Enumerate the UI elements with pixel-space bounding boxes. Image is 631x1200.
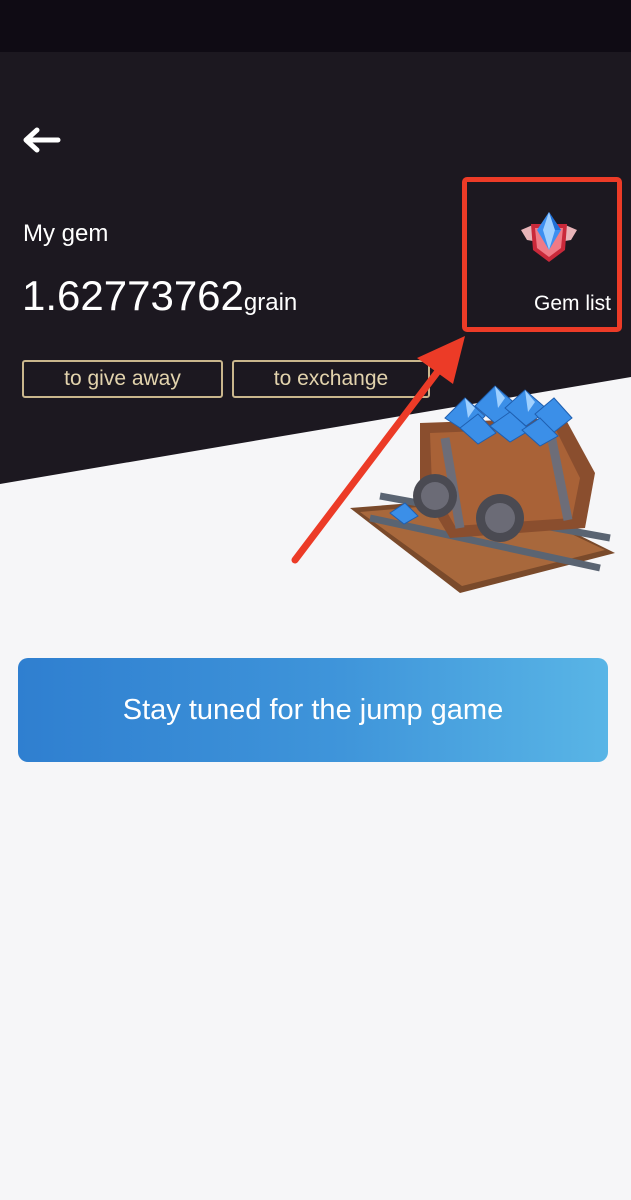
pointer-arrow-icon	[291, 336, 465, 564]
jump-game-button[interactable]: Stay tuned for the jump game	[18, 658, 608, 762]
my-gem-label: My gem	[23, 220, 109, 247]
status-bar	[0, 0, 631, 52]
back-button[interactable]	[18, 118, 64, 162]
gem-balance: 1.62773762grain	[22, 272, 297, 320]
gem-amount-value: 1.62773762	[22, 272, 244, 319]
back-arrow-icon	[23, 127, 61, 153]
gem-amount-unit: grain	[243, 289, 298, 316]
gem-list-label: Gem list	[533, 292, 611, 315]
gem-badge-icon	[521, 212, 577, 262]
gem-list-button[interactable]: Gem list	[462, 177, 622, 332]
give-away-button[interactable]: to give away	[22, 360, 223, 398]
